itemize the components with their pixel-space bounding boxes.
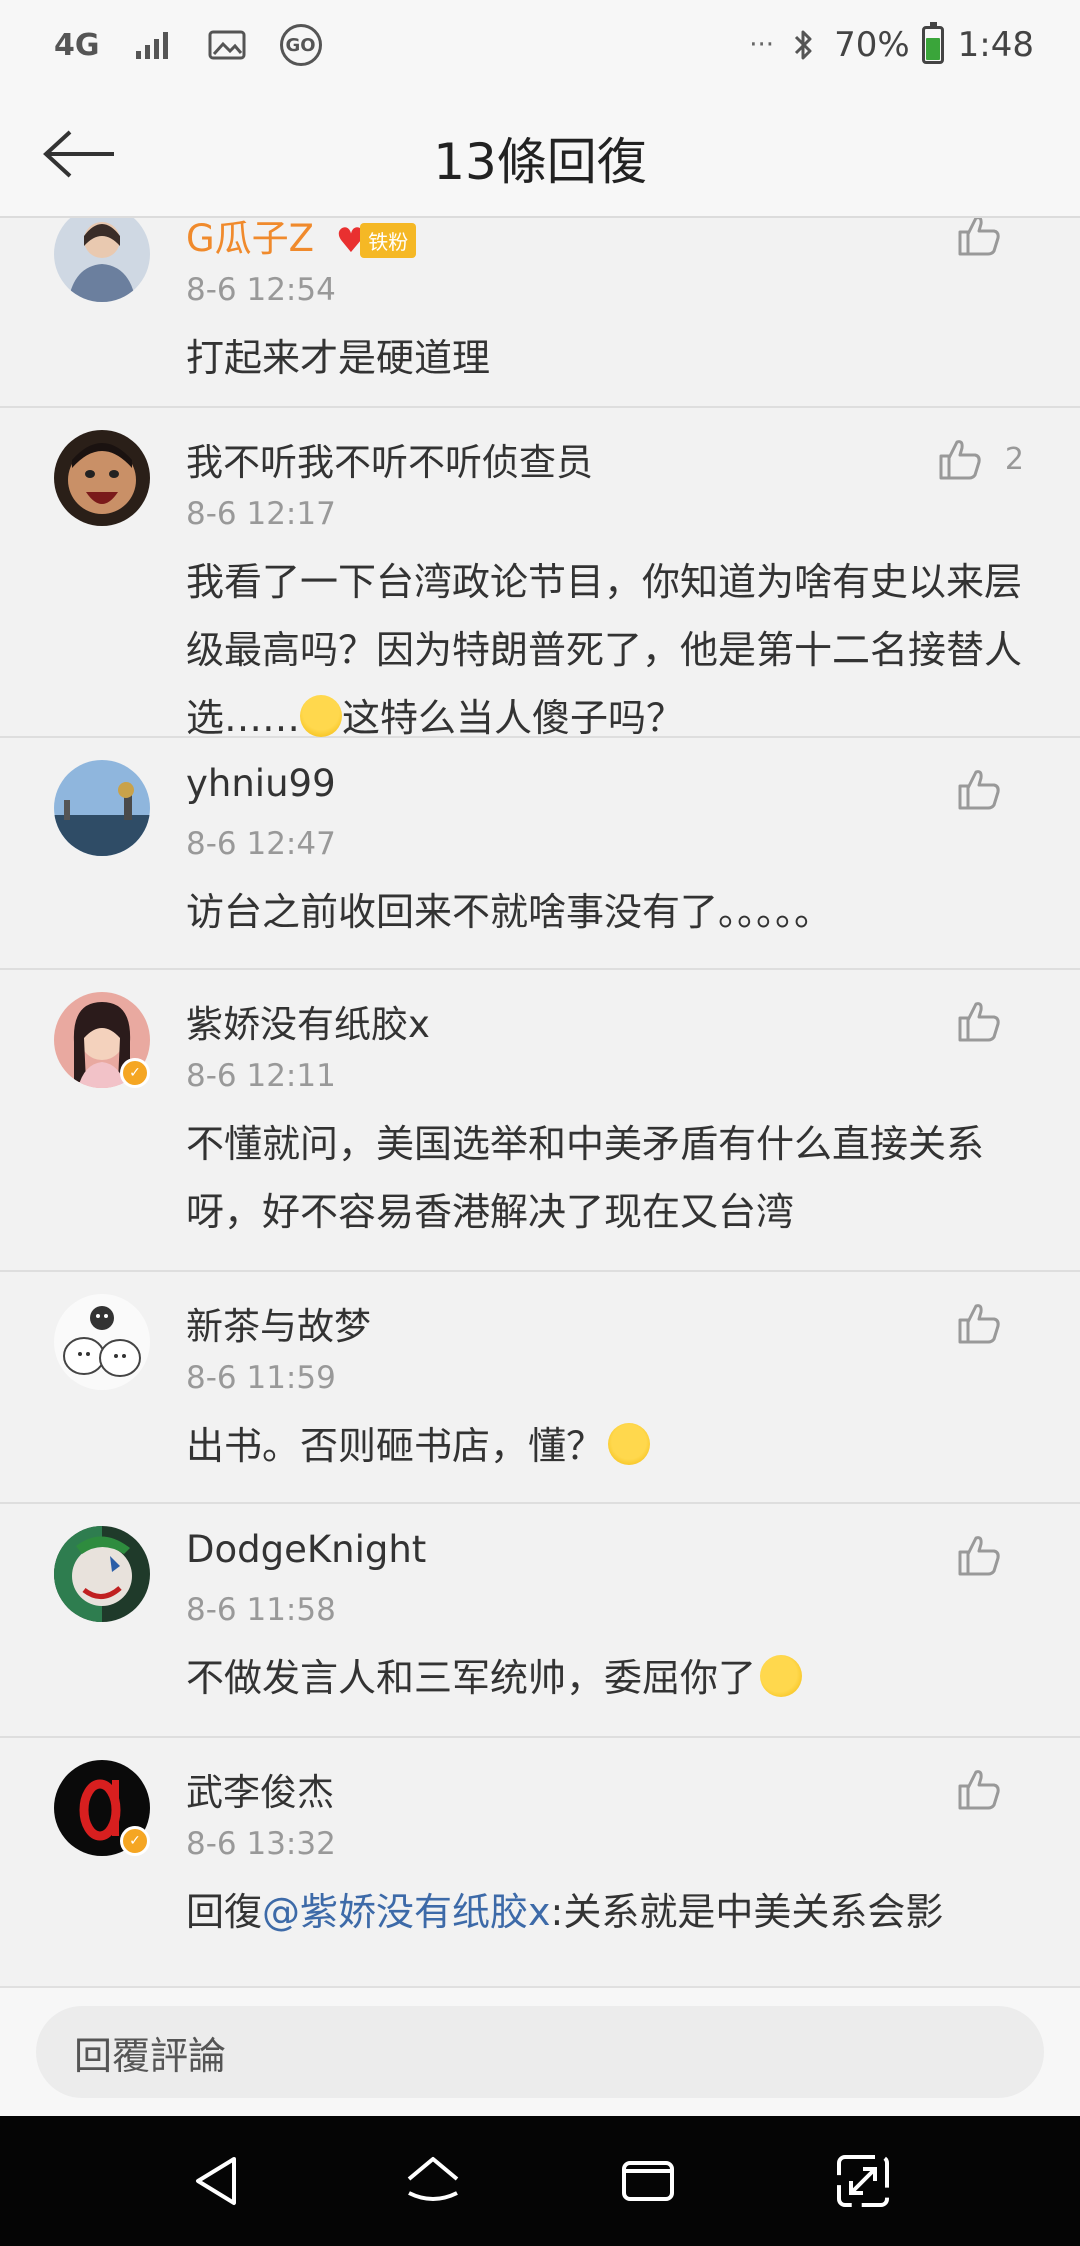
like-button[interactable] xyxy=(956,998,1024,1044)
more-indicator: ··· xyxy=(749,30,775,60)
status-left-icons: 4G GO xyxy=(54,24,322,66)
thumbs-up-icon xyxy=(958,218,1000,256)
status-right-icons: ··· 70% 1:48 xyxy=(749,22,1034,65)
header: 13條回復 xyxy=(0,90,1080,218)
like-button[interactable] xyxy=(956,1300,1024,1346)
comment-text-part: 不做发言人和三军统帅，委屈你了 xyxy=(186,1656,757,1700)
comment-item: 新茶与故梦 8-6 11:59 出书。否则砸书店，懂？ xyxy=(0,1272,1080,1504)
reply-prefix: 回復 xyxy=(186,1890,263,1934)
page-title: 13條回復 xyxy=(433,133,647,191)
comment-time: 8-6 12:54 xyxy=(186,272,336,308)
comment-time: 8-6 12:17 xyxy=(186,496,336,532)
like-button[interactable] xyxy=(956,1766,1024,1812)
avatar[interactable] xyxy=(54,1294,150,1390)
comment-text: 不懂就问，美国选举和中美矛盾有什么直接关系呀，好不容易香港解决了现在又台湾 xyxy=(186,1122,985,1234)
comment-text: 我看了一下台湾政论节目，你知道为啥有史以来层级最高吗？因为特朗普死了，他是第十二… xyxy=(186,548,1032,752)
comment-item: G瓜子Z ♥ 铁粉 8-6 12:54 打起来才是硬道理 xyxy=(0,218,1080,408)
thumbs-up-icon xyxy=(958,1002,1000,1042)
signal-icon xyxy=(134,29,174,61)
nav-expand-button[interactable] xyxy=(823,2141,903,2221)
mention-link[interactable]: @紫娇没有纸胶x xyxy=(262,1890,551,1934)
thumbs-up-icon xyxy=(958,1770,1000,1810)
hug-emoji-icon xyxy=(300,695,343,737)
username[interactable]: 紫娇没有纸胶x xyxy=(186,994,430,1048)
comment-time: 8-6 12:11 xyxy=(186,1058,336,1094)
home-icon xyxy=(407,2157,458,2201)
avatar[interactable] xyxy=(54,760,150,856)
nav-home-button[interactable] xyxy=(393,2141,473,2221)
nav-recent-button[interactable] xyxy=(608,2141,688,2221)
nav-back-button[interactable] xyxy=(178,2141,258,2221)
clock: 1:48 xyxy=(957,25,1034,65)
comment-text-part: 出书。否则砸书店，懂？ xyxy=(186,1424,605,1468)
username[interactable]: DodgeKnight xyxy=(186,1528,426,1571)
comment-item: ✓ 武李俊杰 8-6 13:32 回復@紫娇没有纸胶x:关系就是中美关系会影 xyxy=(0,1738,1080,1986)
triangle-back-icon xyxy=(195,2157,236,2205)
comment-item: yhniu99 8-6 12:47 访台之前收回来不就啥事没有了。。。。。 xyxy=(0,738,1080,970)
comment-item: 我不听我不听不听侦查员 8-6 12:17 我看了一下台湾政论节目，你知道为啥有… xyxy=(0,408,1080,740)
comment-text-part: 这特么当人傻子吗？ xyxy=(342,696,685,740)
like-count: 2 xyxy=(1004,441,1024,477)
comment-item: DodgeKnight 8-6 11:58 不做发言人和三军统帅，委屈你了 xyxy=(0,1504,1080,1738)
comment-text-part: :关系就是中美关系会影 xyxy=(550,1890,944,1934)
comment-text: 打起来才是硬道理 xyxy=(186,336,491,380)
username[interactable]: 我不听我不听不听侦查员 xyxy=(186,432,593,486)
recent-apps-icon xyxy=(621,2161,674,2201)
thumbs-up-icon xyxy=(958,770,1000,810)
image-icon xyxy=(208,29,246,61)
avatar[interactable] xyxy=(54,1526,150,1622)
laughing-tears-emoji-icon xyxy=(608,1423,651,1465)
reply-input[interactable]: 回覆評論 xyxy=(36,2006,1044,2098)
battery-percent: 70% xyxy=(834,25,910,65)
like-button[interactable] xyxy=(956,218,1024,258)
comment-time: 8-6 11:58 xyxy=(186,1592,336,1628)
comment-time: 8-6 13:32 xyxy=(186,1826,336,1862)
kiss-emoji-icon xyxy=(760,1655,803,1697)
username[interactable]: G瓜子Z ♥ 铁粉 xyxy=(186,218,417,262)
comment-time: 8-6 11:59 xyxy=(186,1360,336,1396)
comment-time: 8-6 12:47 xyxy=(186,826,336,862)
like-button[interactable]: 2 xyxy=(937,436,1024,482)
avatar[interactable] xyxy=(54,430,150,526)
thumbs-up-icon xyxy=(939,440,981,480)
thumbs-up-icon xyxy=(958,1536,1000,1576)
avatar[interactable] xyxy=(54,218,150,302)
username-text: G瓜子Z xyxy=(186,218,315,260)
reply-bar: 回覆評論 xyxy=(0,1986,1080,2116)
username[interactable]: 武李俊杰 xyxy=(186,1762,334,1816)
status-bar: 4G GO ··· 70% 1:48 xyxy=(0,0,1080,90)
like-button[interactable] xyxy=(956,766,1024,812)
comment-text: 回復@紫娇没有纸胶x:关系就是中美关系会影 xyxy=(186,1878,1032,1946)
comment-text: 访台之前收回来不就啥事没有了。。。。。 xyxy=(186,890,833,934)
expand-icon xyxy=(836,2155,889,2207)
network-indicator: 4G xyxy=(54,27,100,63)
like-button[interactable] xyxy=(956,1532,1024,1578)
thumbs-up-icon xyxy=(958,1304,1000,1344)
comment-item: ✓ 紫娇没有纸胶x 8-6 12:11 不懂就问，美国选举和中美矛盾有什么直接关… xyxy=(0,970,1080,1272)
fan-label: 铁粉 xyxy=(360,223,417,258)
verified-badge-icon: ✓ xyxy=(120,1826,150,1856)
battery-icon xyxy=(921,22,944,64)
go-icon: GO xyxy=(279,24,322,66)
fan-badge: ♥ 铁粉 xyxy=(336,222,417,260)
verified-badge-icon: ✓ xyxy=(120,1058,150,1088)
username[interactable]: yhniu99 xyxy=(186,762,336,805)
comment-text: 不做发言人和三军统帅，委屈你了 xyxy=(186,1644,1032,1712)
comment-list[interactable]: G瓜子Z ♥ 铁粉 8-6 12:54 打起来才是硬道理 我不听我不听不听侦查员… xyxy=(0,218,1080,1986)
system-nav-bar xyxy=(0,2116,1080,2246)
bluetooth-icon xyxy=(792,27,816,63)
username[interactable]: 新茶与故梦 xyxy=(186,1296,371,1350)
comment-text: 出书。否则砸书店，懂？ xyxy=(186,1412,1032,1480)
